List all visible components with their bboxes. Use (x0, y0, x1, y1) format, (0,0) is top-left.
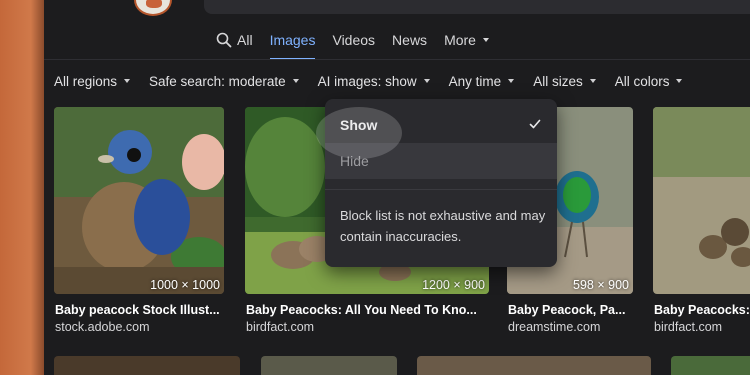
result-title[interactable]: Baby peacock Stock Illust... (55, 303, 225, 317)
filter-colors-label: All colors (614, 73, 670, 89)
result-source[interactable]: birdfact.com (654, 320, 722, 334)
result-source[interactable]: birdfact.com (246, 320, 314, 334)
tab-videos[interactable]: Videos (332, 29, 375, 51)
filter-sizes[interactable]: All sizes (533, 74, 596, 89)
menu-divider (325, 189, 557, 190)
filter-sizes-label: All sizes (533, 73, 583, 89)
peacock-chicks-image (653, 107, 750, 294)
tab-more-label: More (444, 32, 476, 48)
tab-videos-label: Videos (332, 32, 376, 48)
result-source[interactable]: stock.adobe.com (55, 320, 150, 334)
chevron-down-icon (292, 79, 299, 83)
filter-regions[interactable]: All regions (54, 73, 131, 89)
result-title[interactable]: Baby Peacocks: (654, 303, 750, 317)
result-title[interactable]: Baby Peacocks: All You Need To Kno... (246, 303, 490, 317)
search-tabs: All Images Videos News More (216, 28, 506, 60)
filter-bar: All regions Safe search: moderate AI ima… (54, 70, 701, 92)
result-thumbnail[interactable] (54, 356, 240, 375)
wall-background (0, 0, 44, 375)
chevron-down-icon (508, 79, 515, 83)
search-icon (216, 32, 232, 48)
tab-news[interactable]: News (392, 29, 427, 51)
header-divider (44, 59, 750, 60)
result-thumbnail[interactable] (653, 107, 750, 294)
result-thumbnail[interactable] (671, 356, 750, 375)
tab-news-label: News (392, 32, 428, 48)
result-thumbnail[interactable] (261, 356, 397, 375)
chevron-down-icon (676, 79, 683, 83)
result-title[interactable]: Baby Peacock, Pa... (508, 303, 634, 317)
image-dimensions: 1200 × 900 (422, 278, 485, 292)
checkmark-icon (529, 119, 541, 129)
search-input[interactable] (204, 0, 750, 14)
image-dimensions: 598 × 900 (573, 278, 629, 292)
image-dimensions: 1000 × 1000 (150, 278, 220, 292)
chevron-down-icon (124, 79, 131, 83)
result-source[interactable]: dreamstime.com (508, 320, 600, 334)
touch-highlight (316, 107, 402, 159)
block-list-note: Block list is not exhaustive and may con… (340, 208, 546, 244)
filter-safe-search[interactable]: Safe search: moderate (149, 74, 299, 89)
tab-images[interactable]: Images (269, 29, 316, 60)
filter-ai-images[interactable]: AI images: show (318, 74, 430, 89)
result-thumbnail[interactable] (417, 356, 651, 375)
browser-screen: All Images Videos News More All regions … (44, 0, 750, 375)
chevron-down-icon (482, 38, 489, 42)
avatar[interactable] (134, 0, 172, 16)
tab-all[interactable]: All (216, 29, 253, 51)
filter-colors[interactable]: All colors (615, 74, 683, 89)
filter-safe-search-label: Safe search: moderate (149, 73, 286, 89)
filter-regions-label: All regions (54, 73, 118, 89)
filter-ai-images-label: AI images: show (317, 73, 417, 89)
filter-time-label: Any time (448, 73, 502, 89)
chevron-down-icon (589, 79, 596, 83)
tab-all-label: All (237, 32, 253, 48)
tab-more[interactable]: More (444, 29, 489, 51)
peacock-chick-image (54, 107, 224, 294)
chevron-down-icon (423, 79, 430, 83)
result-thumbnail[interactable]: 1000 × 1000 (54, 107, 224, 294)
tab-images-label: Images (269, 32, 316, 48)
filter-time[interactable]: Any time (449, 74, 515, 89)
